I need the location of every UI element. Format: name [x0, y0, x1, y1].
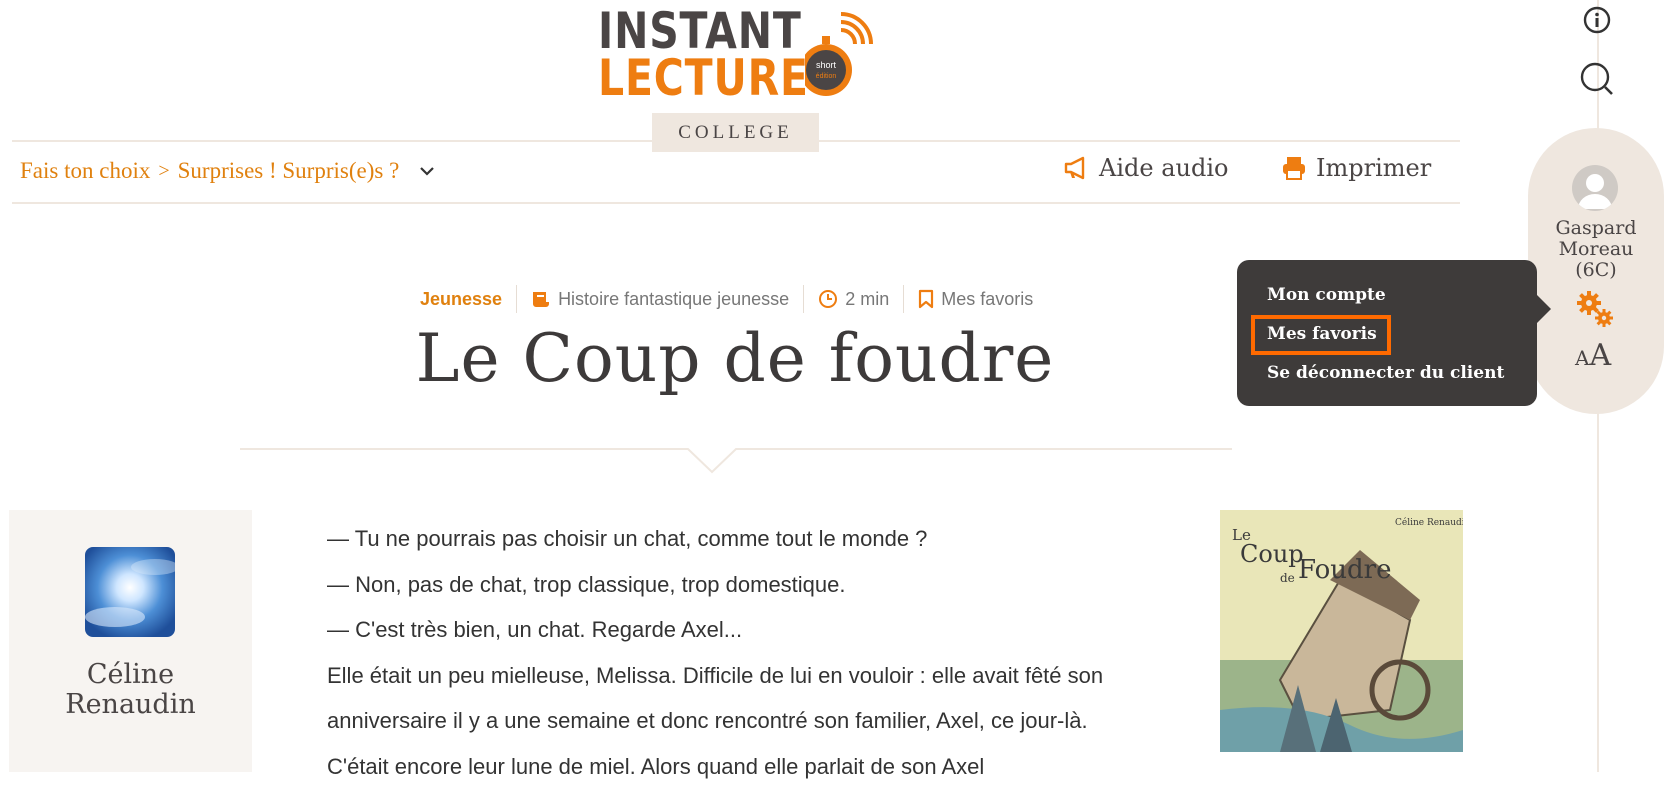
breadcrumb-item-surprises[interactable]: Surprises ! Surpris(e)s ?: [178, 158, 400, 184]
genre-tag[interactable]: Jeunesse: [420, 285, 516, 313]
story-paragraph: Elle était un peu mielleuse, Melissa. Di…: [327, 653, 1147, 789]
menu-pointer: [1537, 295, 1551, 323]
font-size-small: A: [1575, 346, 1589, 370]
account-menu: Mon compte Mes favoris Se déconnecter du…: [1237, 260, 1537, 406]
cover-author: Céline Renaudin: [1395, 517, 1463, 528]
breadcrumb-separator: >: [158, 160, 169, 183]
user-name[interactable]: Gaspard Moreau (6C): [1528, 218, 1664, 281]
duration-tag: 2 min: [803, 285, 903, 313]
print-button[interactable]: Imprimer: [1282, 154, 1431, 182]
header-divider-bottom: [12, 202, 1460, 204]
font-size-large: A: [1589, 338, 1611, 373]
user-panel: Gaspard Moreau (6C) AA: [1528, 128, 1664, 414]
menu-item-mon-compte[interactable]: Mon compte: [1267, 285, 1386, 305]
header-divider-top: [12, 140, 1460, 142]
logo-line2: LECTURE: [598, 53, 809, 103]
search-icon[interactable]: [1579, 61, 1615, 97]
story-paragraph: — Tu ne pourrais pas choisir un chat, co…: [327, 516, 1147, 562]
book-cover: Le Coup de Foudre Céline Renaudin: [1220, 510, 1463, 752]
clock-icon: [818, 289, 838, 309]
stopwatch-icon: short édition: [805, 12, 875, 102]
svg-text:édition: édition: [816, 73, 837, 80]
scroll-icon: [531, 290, 551, 308]
author-name-line2: Renaudin: [9, 690, 252, 720]
cover-title-de: de: [1280, 571, 1295, 585]
favorites-tag[interactable]: Mes favoris: [903, 285, 1047, 313]
gear-icon[interactable]: [1576, 290, 1616, 330]
duration-label: 2 min: [845, 289, 889, 310]
breadcrumb-item-fais-ton-choix[interactable]: Fais ton choix: [20, 158, 150, 184]
story-paragraph: — Non, pas de chat, trop classique, trop…: [327, 562, 1147, 608]
story-text: — Tu ne pourrais pas choisir un chat, co…: [327, 516, 1147, 789]
user-class: (6C): [1528, 260, 1664, 281]
favorites-label: Mes favoris: [941, 289, 1033, 310]
printer-icon: [1282, 156, 1306, 180]
chevron-down-icon[interactable]: [419, 165, 435, 177]
audio-help-label: Aide audio: [1099, 154, 1228, 182]
menu-item-logout[interactable]: Se déconnecter du client: [1267, 363, 1504, 383]
user-name-line2: Moreau: [1528, 239, 1664, 260]
user-name-line1: Gaspard: [1528, 218, 1664, 239]
category-label: Histoire fantastique jeunesse: [558, 289, 789, 310]
info-icon[interactable]: [1582, 5, 1612, 35]
story-paragraph: — C'est très bien, un chat. Regarde Axel…: [327, 607, 1147, 653]
bookmark-icon: [918, 289, 934, 309]
font-size-toggle[interactable]: AA: [1575, 338, 1611, 373]
print-label: Imprimer: [1316, 154, 1431, 182]
breadcrumb: Fais ton choix > Surprises ! Surpris(e)s…: [20, 158, 435, 184]
cover-title-coup: Coup: [1240, 540, 1304, 568]
genre-label: Jeunesse: [420, 289, 502, 310]
instant-lecture-logo[interactable]: INSTANT LECTURE short édition: [598, 6, 878, 106]
author-name-line1: Céline: [9, 660, 252, 690]
category-tag[interactable]: Histoire fantastique jeunesse: [516, 285, 803, 313]
megaphone-icon: [1063, 156, 1089, 180]
author-card[interactable]: Céline Renaudin: [9, 510, 252, 772]
author-avatar: [85, 547, 175, 637]
college-tab[interactable]: COLLEGE: [652, 113, 819, 152]
cover-title-foudre: Foudre: [1298, 555, 1391, 585]
svg-text:short: short: [816, 60, 837, 70]
title-divider: [240, 448, 1232, 478]
audio-help-button[interactable]: Aide audio: [1063, 154, 1228, 182]
user-avatar[interactable]: [1572, 165, 1618, 211]
menu-item-mes-favoris[interactable]: Mes favoris: [1267, 324, 1377, 344]
article-meta: Jeunesse Histoire fantastique jeunesse 2…: [420, 285, 1047, 313]
author-name[interactable]: Céline Renaudin: [9, 660, 252, 720]
